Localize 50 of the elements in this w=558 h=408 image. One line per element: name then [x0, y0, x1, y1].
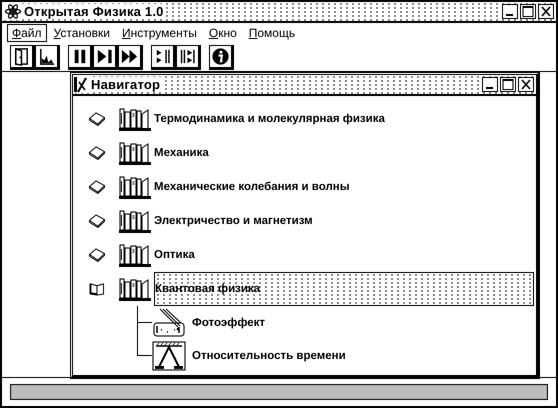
menu-item[interactable]: Окно [204, 24, 242, 42]
frames-step-button[interactable] [176, 44, 201, 70]
door-button[interactable] [10, 44, 35, 70]
close-button[interactable] [518, 77, 534, 92]
door-icon [12, 46, 31, 66]
close-icon [519, 78, 533, 91]
minimize-icon [506, 14, 513, 16]
minimize-button[interactable] [502, 4, 518, 19]
maximize-icon [501, 78, 515, 91]
minimize-icon [486, 87, 493, 89]
menu-item[interactable]: Помощь [244, 24, 300, 42]
closed-book-icon[interactable] [88, 146, 106, 160]
minimize-button[interactable] [482, 77, 498, 92]
graph-icon [37, 46, 56, 66]
maximize-icon [521, 5, 535, 18]
close-icon [539, 5, 553, 18]
tree-item[interactable]: Механические колебания и волны [154, 179, 350, 195]
menu-item[interactable]: Инструменты [117, 24, 202, 42]
closed-book-icon[interactable] [88, 248, 106, 262]
tree-item[interactable]: Фотоэффект [192, 316, 266, 328]
photoeffect-drawing [152, 308, 186, 338]
step-button[interactable] [93, 44, 118, 70]
tree-item[interactable]: Электричество и магнетизм [154, 213, 313, 229]
fast-forward-button[interactable] [118, 44, 143, 70]
bookshelf-icon [118, 106, 152, 132]
tree-item[interactable]: Оптика [154, 247, 195, 263]
bookshelf-icon [118, 140, 152, 166]
menu-item[interactable]: Файл [7, 24, 47, 42]
window-title: Открытая Физика 1.0 [22, 4, 166, 19]
maximize-button[interactable] [520, 4, 536, 19]
open-book-icon[interactable] [88, 282, 106, 296]
menu-item[interactable]: Установки [48, 24, 116, 42]
bookshelf-icon [118, 174, 152, 200]
frames-button[interactable] [151, 44, 176, 70]
maximize-button[interactable] [500, 77, 516, 92]
info-button[interactable] [209, 44, 234, 70]
info-icon [211, 46, 230, 66]
bookshelf-icon [118, 276, 152, 302]
tree-item[interactable]: Относительность времени [192, 350, 346, 362]
bookshelf-icon [118, 242, 152, 268]
window-title: Навигатор [89, 77, 162, 92]
graph-button[interactable] [35, 44, 60, 70]
closed-book-icon[interactable] [88, 112, 106, 126]
pause-button[interactable] [68, 44, 93, 70]
close-button[interactable] [538, 4, 554, 19]
tree-item[interactable]: Термодинамика и молекулярная физика [154, 111, 385, 127]
closed-book-icon[interactable] [88, 180, 106, 194]
tree-item[interactable]: Механика [154, 145, 209, 161]
closed-book-icon[interactable] [88, 214, 106, 228]
bookshelf-icon [118, 208, 152, 234]
